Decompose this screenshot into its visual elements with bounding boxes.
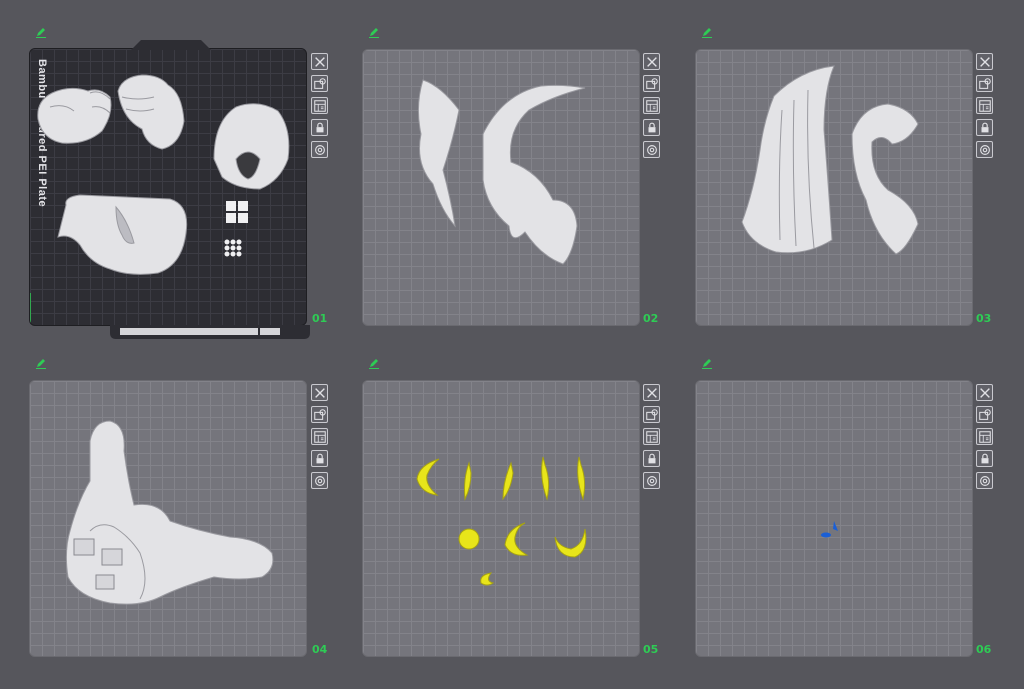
close-icon[interactable] (976, 53, 993, 70)
plate-04-models (65, 420, 274, 605)
lock-icon[interactable] (643, 450, 660, 467)
model-cape-swirl (482, 84, 586, 265)
arrange-icon[interactable] (311, 428, 328, 445)
auto-orient-icon[interactable] (311, 75, 328, 92)
plate-number: 05 (643, 643, 659, 656)
plate-01-toolbar (311, 53, 329, 158)
model-fist-left (37, 87, 112, 144)
auto-orient-icon[interactable] (311, 406, 328, 423)
arrange-icon[interactable] (643, 97, 660, 114)
model-hood (213, 103, 290, 190)
close-icon[interactable] (643, 384, 660, 401)
plate-number: 04 (312, 643, 328, 656)
lock-icon[interactable] (311, 450, 328, 467)
arrange-icon[interactable] (976, 428, 993, 445)
arrange-icon[interactable] (311, 97, 328, 114)
settings-icon[interactable] (643, 141, 660, 158)
model-cubes (226, 201, 248, 223)
close-icon[interactable] (643, 53, 660, 70)
arrange-icon[interactable] (643, 428, 660, 445)
edit-plate-name-icon[interactable] (35, 26, 47, 38)
plate-number: 01 (312, 312, 328, 325)
model-small-pegs (224, 239, 242, 257)
plate-05-models (416, 456, 587, 586)
model-torso (57, 194, 188, 275)
model-hook-piece (851, 103, 919, 255)
edit-plate-name-icon[interactable] (35, 357, 47, 369)
plate-03-models (741, 65, 919, 255)
edit-plate-name-icon[interactable] (701, 357, 713, 369)
auto-orient-icon[interactable] (976, 75, 993, 92)
plate-01-models (30, 74, 290, 325)
model-cape-drape (741, 65, 835, 254)
settings-icon[interactable] (976, 472, 993, 489)
model-cape-strip (417, 79, 460, 228)
edit-plate-name-icon[interactable] (368, 26, 380, 38)
lock-icon[interactable] (976, 450, 993, 467)
close-icon[interactable] (311, 53, 328, 70)
axis-gizmo (30, 293, 31, 325)
edit-plate-name-icon[interactable] (701, 26, 713, 38)
auto-orient-icon[interactable] (976, 406, 993, 423)
build-plate-04[interactable] (29, 380, 307, 657)
settings-icon[interactable] (643, 472, 660, 489)
plate-header-tab (131, 40, 211, 50)
lock-icon[interactable] (643, 119, 660, 136)
edit-plate-name-icon[interactable] (368, 357, 380, 369)
lock-icon[interactable] (311, 119, 328, 136)
plate-footer-bar (110, 325, 310, 339)
settings-icon[interactable] (976, 141, 993, 158)
auto-orient-icon[interactable] (643, 406, 660, 423)
plate-04-toolbar (311, 384, 329, 489)
model-blue-parts (821, 521, 838, 538)
settings-icon[interactable] (311, 141, 328, 158)
build-plate-02[interactable] (362, 49, 640, 326)
plate-02-models (417, 79, 586, 265)
build-plate-06[interactable] (695, 380, 973, 657)
plate-02-toolbar (643, 53, 661, 158)
plate-06-toolbar (976, 384, 994, 489)
build-plate-01[interactable]: Bambu Textured PEI Plate (29, 48, 307, 326)
plate-03-toolbar (976, 53, 994, 158)
plate-05-toolbar (643, 384, 661, 489)
build-plate-05[interactable] (362, 380, 640, 657)
model-yellow-parts (416, 456, 587, 586)
arrange-icon[interactable] (976, 97, 993, 114)
plate-number: 06 (976, 643, 992, 656)
settings-icon[interactable] (311, 472, 328, 489)
plate-number: 03 (976, 312, 992, 325)
close-icon[interactable] (976, 384, 993, 401)
plate-06-models (821, 521, 838, 538)
lock-icon[interactable] (976, 119, 993, 136)
model-fist-right (117, 74, 185, 150)
plate-number: 02 (643, 312, 659, 325)
auto-orient-icon[interactable] (643, 75, 660, 92)
close-icon[interactable] (311, 384, 328, 401)
build-plate-03[interactable] (695, 49, 973, 326)
